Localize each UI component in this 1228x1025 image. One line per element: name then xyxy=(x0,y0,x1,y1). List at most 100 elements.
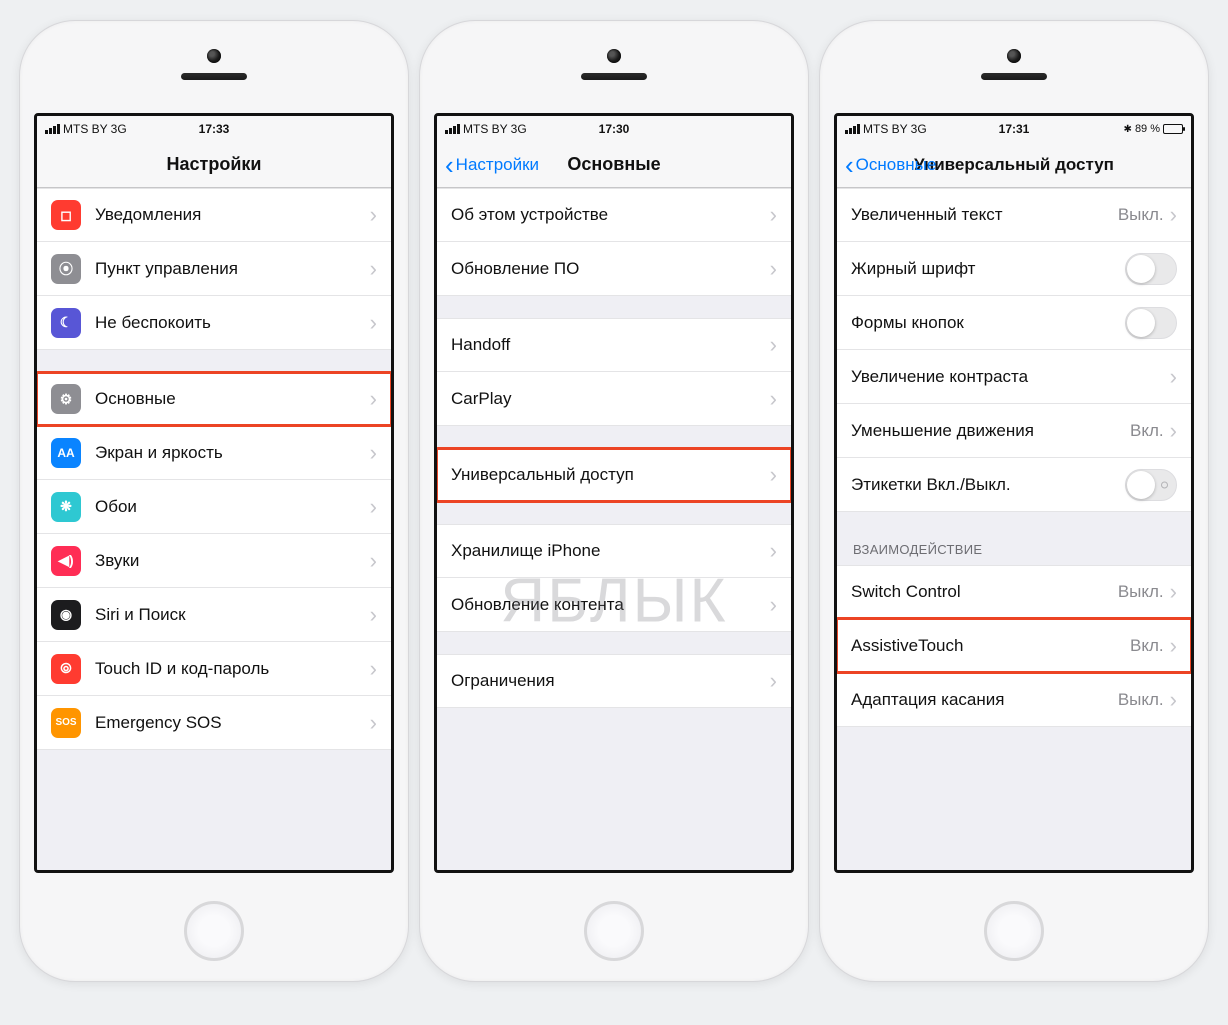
battery-indicator: ✱ 89 % xyxy=(1124,123,1183,135)
chevron-right-icon: › xyxy=(370,202,377,228)
row-button-shapes[interactable]: Формы кнопок xyxy=(837,296,1191,350)
screen: MTS BY 3G 17:30 ‹ Настройки Основные Об … xyxy=(434,113,794,873)
dnd-icon: ☾ xyxy=(51,308,81,338)
row-carplay[interactable]: CarPlay› xyxy=(437,372,791,426)
sounds-icon: ◀︎) xyxy=(51,546,81,576)
row-value: Выкл. xyxy=(1118,690,1164,710)
row-siri[interactable]: ◉Siri и Поиск› xyxy=(37,588,391,642)
chevron-right-icon: › xyxy=(370,386,377,412)
chevron-right-icon: › xyxy=(370,256,377,282)
row-notifications[interactable]: ◻︎ Уведомления› xyxy=(37,188,391,242)
content-area[interactable]: ◻︎Уведомления›⦿Пункт управления›☾Не бесп… xyxy=(37,188,391,870)
carrier-label: MTS BY xyxy=(63,122,108,136)
row-restrictions[interactable]: Ограничения› xyxy=(437,654,791,708)
row-storage[interactable]: Хранилище iPhone› xyxy=(437,524,791,578)
status-bar: MTS BY 3G 17:31 ✱ 89 % xyxy=(837,116,1191,142)
chevron-right-icon: › xyxy=(370,710,377,736)
back-button[interactable]: ‹ Настройки xyxy=(445,152,539,178)
chevron-right-icon: › xyxy=(770,256,777,282)
nav-bar: ‹ Настройки Основные xyxy=(437,142,791,188)
chevron-right-icon: › xyxy=(370,494,377,520)
row-label: Об этом устройстве xyxy=(451,205,770,225)
row-assistivetouch[interactable]: AssistiveTouchВкл.› xyxy=(837,619,1191,673)
row-label: Адаптация касания xyxy=(851,690,1118,710)
home-button[interactable] xyxy=(984,901,1044,961)
network-label: 3G xyxy=(111,122,127,136)
chevron-right-icon: › xyxy=(370,602,377,628)
chevron-left-icon: ‹ xyxy=(445,152,454,178)
row-increase-contrast[interactable]: Увеличение контраста› xyxy=(837,350,1191,404)
row-label: Универсальный доступ xyxy=(451,465,770,485)
row-label: Жирный шрифт xyxy=(851,259,1125,279)
row-larger-text[interactable]: Увеличенный текстВыкл.› xyxy=(837,188,1191,242)
status-bar: MTS BY 3G 17:30 xyxy=(437,116,791,142)
wallpaper-icon: ❋ xyxy=(51,492,81,522)
clock: 17:33 xyxy=(199,122,230,136)
row-wallpaper[interactable]: ❋ Обои› xyxy=(37,480,391,534)
row-software-update[interactable]: Обновление ПО› xyxy=(437,242,791,296)
row-display[interactable]: AAЭкран и яркость› xyxy=(37,426,391,480)
network-label: 3G xyxy=(911,122,927,136)
camera-icon xyxy=(1007,49,1021,63)
speaker-icon xyxy=(581,73,647,80)
toggle-onoff-labels[interactable] xyxy=(1125,469,1177,501)
signal-icon xyxy=(45,124,60,134)
row-switch-control[interactable]: Switch ControlВыкл.› xyxy=(837,565,1191,619)
row-label: Уменьшение движения xyxy=(851,421,1130,441)
back-label: Настройки xyxy=(456,155,539,175)
row-label: Emergency SOS xyxy=(95,713,370,733)
row-handoff[interactable]: Handoff› xyxy=(437,318,791,372)
status-bar: MTS BY 3G 17:33 xyxy=(37,116,391,142)
chevron-right-icon: › xyxy=(1170,202,1177,228)
chevron-right-icon: › xyxy=(1170,633,1177,659)
row-sounds[interactable]: ◀︎)Звуки› xyxy=(37,534,391,588)
content-area[interactable]: Об этом устройстве›Обновление ПО› Handof… xyxy=(437,188,791,870)
row-about[interactable]: Об этом устройстве› xyxy=(437,188,791,242)
home-button[interactable] xyxy=(584,901,644,961)
row-label: Handoff xyxy=(451,335,770,355)
row-sos[interactable]: SOSEmergency SOS› xyxy=(37,696,391,750)
chevron-right-icon: › xyxy=(770,386,777,412)
row-background-refresh[interactable]: Обновление контента› xyxy=(437,578,791,632)
row-label: Уведомления xyxy=(95,205,370,225)
row-label: Хранилище iPhone xyxy=(451,541,770,561)
carrier-label: MTS BY xyxy=(863,122,908,136)
row-general[interactable]: ⚙︎Основные› xyxy=(37,372,391,426)
chevron-right-icon: › xyxy=(370,656,377,682)
content-area[interactable]: Увеличенный текстВыкл.› Жирный шрифт Формы… xyxy=(837,188,1191,870)
signal-icon xyxy=(445,124,460,134)
nav-bar: Настройки xyxy=(37,142,391,188)
row-value: Вкл. xyxy=(1130,636,1164,656)
chevron-right-icon: › xyxy=(1170,364,1177,390)
clock: 17:31 xyxy=(999,122,1030,136)
nav-bar: ‹ Основные Универсальный доступ xyxy=(837,142,1191,188)
row-label: Основные xyxy=(95,389,370,409)
carrier-label: MTS BY xyxy=(463,122,508,136)
toggle-bold-text[interactable] xyxy=(1125,253,1177,285)
row-control-center[interactable]: ⦿Пункт управления› xyxy=(37,242,391,296)
row-accessibility[interactable]: Универсальный доступ› xyxy=(437,448,791,502)
page-title: Настройки xyxy=(45,154,383,175)
chevron-left-icon: ‹ xyxy=(845,152,854,178)
row-touchid[interactable]: ⦾Touch ID и код-пароль› xyxy=(37,642,391,696)
chevron-right-icon: › xyxy=(770,668,777,694)
phone-accessibility: MTS BY 3G 17:31 ✱ 89 % ‹ Основные Ун xyxy=(819,20,1209,982)
row-value: Выкл. xyxy=(1118,582,1164,602)
home-button[interactable] xyxy=(184,901,244,961)
back-button[interactable]: ‹ Основные xyxy=(845,152,936,178)
chevron-right-icon: › xyxy=(770,538,777,564)
row-onoff-labels[interactable]: Этикетки Вкл./Выкл. xyxy=(837,458,1191,512)
row-bold-text[interactable]: Жирный шрифт xyxy=(837,242,1191,296)
notifications-icon: ◻︎ xyxy=(51,200,81,230)
row-reduce-motion[interactable]: Уменьшение движенияВкл.› xyxy=(837,404,1191,458)
row-dnd[interactable]: ☾Не беспокоить› xyxy=(37,296,391,350)
row-touch-accommodations[interactable]: Адаптация касанияВыкл.› xyxy=(837,673,1191,727)
row-label: CarPlay xyxy=(451,389,770,409)
toggle-button-shapes[interactable] xyxy=(1125,307,1177,339)
row-label: Обои xyxy=(95,497,370,517)
screen: MTS BY 3G 17:31 ✱ 89 % ‹ Основные Ун xyxy=(834,113,1194,873)
camera-icon xyxy=(607,49,621,63)
row-label: Формы кнопок xyxy=(851,313,1125,333)
chevron-right-icon: › xyxy=(1170,579,1177,605)
row-label: Обновление контента xyxy=(451,595,770,615)
